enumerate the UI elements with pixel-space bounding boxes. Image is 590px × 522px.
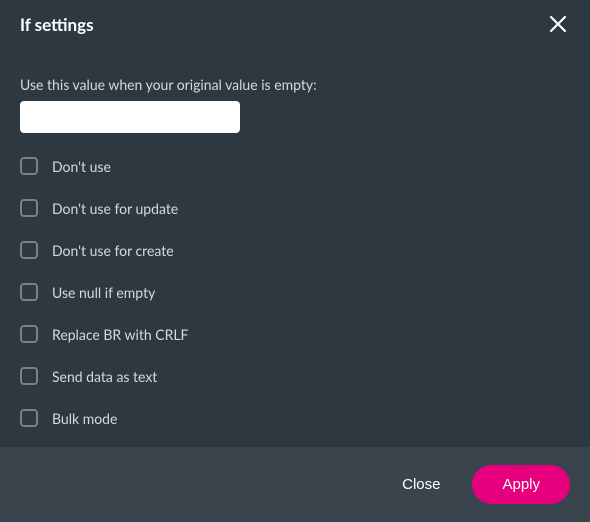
default-value-input[interactable] xyxy=(20,101,240,133)
checkbox-icon[interactable] xyxy=(20,409,38,427)
checkbox-icon[interactable] xyxy=(20,241,38,259)
default-value-label: Use this value when your original value … xyxy=(20,76,570,93)
checkbox-icon[interactable] xyxy=(20,157,38,175)
option-replace-br-with-crlf[interactable]: Replace BR with CRLF xyxy=(20,325,570,343)
option-label: Replace BR with CRLF xyxy=(52,326,188,343)
apply-button[interactable]: Apply xyxy=(472,465,570,504)
checkbox-icon[interactable] xyxy=(20,325,38,343)
option-bulk-mode[interactable]: Bulk mode xyxy=(20,409,570,427)
option-use-null-if-empty[interactable]: Use null if empty xyxy=(20,283,570,301)
option-label: Don't use xyxy=(52,158,111,175)
option-label: Don't use for create xyxy=(52,242,174,259)
option-dont-use-for-update[interactable]: Don't use for update xyxy=(20,199,570,217)
option-dont-use[interactable]: Don't use xyxy=(20,157,570,175)
close-icon[interactable] xyxy=(546,12,570,36)
option-send-data-as-text[interactable]: Send data as text xyxy=(20,367,570,385)
checkbox-icon[interactable] xyxy=(20,367,38,385)
checkbox-icon[interactable] xyxy=(20,283,38,301)
dialog-header: If settings xyxy=(0,0,590,48)
dialog-footer: Close Apply xyxy=(0,447,590,522)
option-label: Use null if empty xyxy=(52,284,155,301)
option-label: Send data as text xyxy=(52,368,157,385)
option-label: Bulk mode xyxy=(52,410,117,427)
checkbox-icon[interactable] xyxy=(20,199,38,217)
dialog-content: Use this value when your original value … xyxy=(0,48,590,447)
close-button[interactable]: Close xyxy=(394,466,448,503)
option-label: Don't use for update xyxy=(52,200,178,217)
option-dont-use-for-create[interactable]: Don't use for create xyxy=(20,241,570,259)
dialog-title: If settings xyxy=(20,14,94,35)
